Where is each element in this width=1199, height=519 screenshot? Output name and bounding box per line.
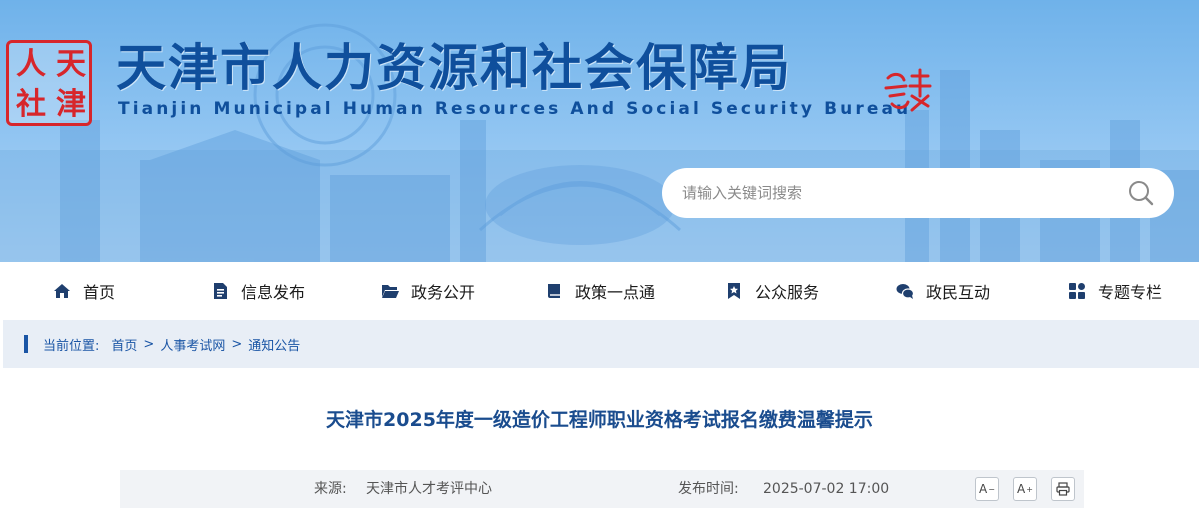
seal-char: 天 bbox=[56, 47, 86, 82]
print-button[interactable] bbox=[1051, 477, 1075, 501]
source-value: 天津市人才考评中心 bbox=[366, 481, 492, 497]
tianjin-city-emblem-icon bbox=[884, 68, 932, 112]
font-increase-button[interactable]: A + bbox=[1013, 477, 1037, 501]
breadcrumb-link-exam-site[interactable]: 人事考试网 bbox=[160, 335, 225, 354]
search-input[interactable] bbox=[662, 168, 1174, 218]
bureau-seal-logo: 天 人 津 社 bbox=[6, 40, 92, 126]
breadcrumb-marker bbox=[24, 335, 28, 353]
nav-item-label: 公众服务 bbox=[755, 283, 820, 302]
breadcrumb: 当前位置: 首页 > 人事考试网 > 通知公告 bbox=[43, 320, 300, 368]
breadcrumb-bar: 当前位置: 首页 > 人事考试网 > 通知公告 bbox=[3, 320, 1199, 368]
publish-time-label: 发布时间: bbox=[678, 481, 739, 497]
breadcrumb-link-home[interactable]: 首页 bbox=[111, 335, 137, 354]
document-icon bbox=[214, 283, 227, 299]
source-label: 来源: bbox=[314, 481, 347, 497]
grid-icon bbox=[1069, 283, 1085, 299]
article-title: 天津市2025年度一级造价工程师职业资格考试报名缴费温馨提示 bbox=[326, 409, 873, 431]
nav-item-label: 信息发布 bbox=[241, 283, 306, 302]
nav-item-label: 专题专栏 bbox=[1098, 283, 1163, 302]
seal-char: 津 bbox=[56, 87, 86, 122]
site-subtitle: Tianjin Municipal Human Resources And So… bbox=[118, 99, 912, 119]
seal-char: 人 bbox=[16, 47, 46, 82]
font-increase-label: A bbox=[1017, 482, 1026, 496]
publish-time-value: 2025-07-02 17:00 bbox=[763, 481, 890, 497]
nav-item-info-release[interactable]: 信息发布 bbox=[211, 263, 305, 319]
nav-item-public-service[interactable]: 公众服务 bbox=[725, 263, 819, 319]
breadcrumb-prefix: 当前位置: bbox=[43, 338, 100, 354]
home-icon bbox=[54, 284, 70, 298]
nav-item-label: 政务公开 bbox=[411, 283, 476, 302]
main-nav: 首页 信息发布 政务公开 政策一点通 公众服务 政民互动 专题专栏 bbox=[3, 263, 1199, 319]
search-icon bbox=[1129, 181, 1154, 206]
book-icon bbox=[548, 284, 560, 298]
font-decrease-button[interactable]: A − bbox=[975, 477, 999, 501]
nav-item-label: 首页 bbox=[83, 283, 116, 302]
folder-open-icon bbox=[382, 285, 399, 298]
seal-char: 社 bbox=[16, 87, 46, 122]
nav-item-gov-affairs[interactable]: 政务公开 bbox=[381, 263, 475, 319]
breadcrumb-separator: > bbox=[231, 336, 243, 352]
nav-item-special-topics[interactable]: 专题专栏 bbox=[1068, 263, 1162, 319]
font-decrease-label: A bbox=[979, 482, 988, 496]
search-button[interactable] bbox=[1120, 172, 1162, 214]
article-meta-bar: 来源: 天津市人才考评中心 发布时间: 2025-07-02 17:00 A − … bbox=[120, 470, 1084, 508]
chat-icon bbox=[896, 284, 914, 299]
printer-icon bbox=[1056, 482, 1070, 496]
bookmark-star-icon bbox=[728, 283, 740, 299]
nav-item-label: 政民互动 bbox=[926, 283, 991, 302]
nav-item-interaction[interactable]: 政民互动 bbox=[896, 263, 990, 319]
nav-item-home[interactable]: 首页 bbox=[53, 263, 115, 319]
nav-item-label: 政策一点通 bbox=[575, 283, 656, 302]
nav-item-policy[interactable]: 政策一点通 bbox=[545, 263, 655, 319]
site-title: 天津市人力资源和社会保障局 bbox=[116, 39, 792, 97]
breadcrumb-link-notices[interactable]: 通知公告 bbox=[248, 335, 300, 354]
header-banner: 天 人 津 社 天津市人力资源和社会保障局 Tianjin Municipal … bbox=[0, 0, 1199, 262]
breadcrumb-separator: > bbox=[143, 336, 155, 352]
